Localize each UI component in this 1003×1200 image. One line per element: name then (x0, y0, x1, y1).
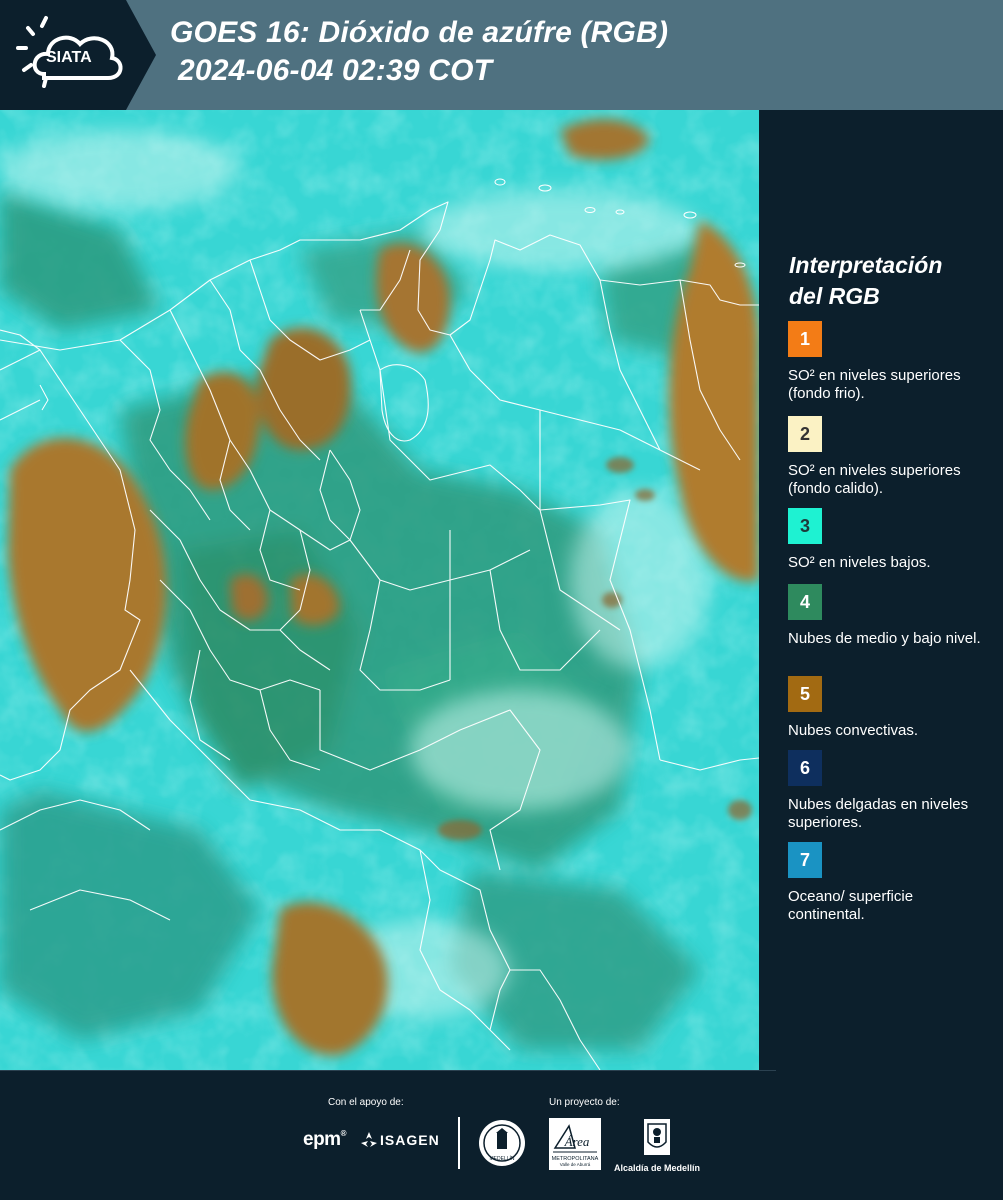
legend-text: SO² en niveles superiores (fondo calido)… (788, 462, 961, 497)
legend-number: 1 (799, 328, 810, 349)
legend-item: 3 SO² en niveles bajos. (788, 508, 993, 572)
legend-title-line-1: Interpretación (789, 252, 943, 278)
epm-logo-text: epm (303, 1129, 341, 1150)
legend-title: Interpretación del RGB (789, 250, 942, 312)
legend-text: Nubes delgadas en niveles superiores. (788, 796, 969, 831)
alcaldia-text: Alcaldía de Medellín (613, 1163, 701, 1173)
legend-number: 7 (799, 849, 810, 870)
isagen-icon (361, 1132, 377, 1147)
title-line-1: GOES 16: Dióxido de azúfre (RGB) (170, 16, 669, 49)
satellite-map (0, 110, 760, 1070)
title-line-2: 2024-06-04 02:39 COT (178, 54, 493, 87)
siata-logo-text: SIATA (46, 49, 92, 66)
legend-swatch: 6 (788, 750, 822, 786)
area-logo-text: Área (564, 1134, 590, 1149)
support-label: Con el apoyo de: (328, 1097, 404, 1108)
medellin-seal-text: MEDELLÍN (489, 1155, 514, 1162)
legend-number: 4 (799, 591, 810, 612)
legend-text: SO² en niveles bajos. (788, 554, 931, 571)
legend-text: Oceano/ superficie continental. (788, 888, 914, 923)
legend-item: 4 Nubes de medio y bajo nivel. (788, 584, 993, 648)
area-logo-sub2: Valle de Aburrá (560, 1162, 591, 1167)
legend-swatch: 3 (788, 508, 822, 544)
legend-number: 2 (799, 423, 810, 444)
legend-text: Nubes de medio y bajo nivel. (788, 630, 981, 647)
header-bar: SIATA GOES 16: Dióxido de azúfre (RGB) 2… (0, 0, 1003, 110)
isagen-logo: ISAGEN (360, 1132, 440, 1148)
legend-panel: Interpretación del RGB 1 SO² en niveles … (759, 110, 1003, 1070)
legend-swatch: 2 (788, 416, 822, 452)
legend-item: 2 SO² en niveles superiores (fondo calid… (788, 416, 993, 498)
footer: Con el apoyo de: Un proyecto de: epm® IS… (0, 1070, 1003, 1200)
legend-item: 5 Nubes convectivas. (788, 676, 993, 740)
legend-number: 6 (799, 757, 810, 778)
alcaldia-medellin-logo: Alcaldía de Medellín (612, 1118, 702, 1173)
legend-swatch: 7 (788, 842, 822, 878)
legend-swatch: 5 (788, 676, 822, 712)
legend-item: 6 Nubes delgadas en niveles superiores. (788, 750, 993, 832)
project-label: Un proyecto de: (549, 1097, 620, 1108)
legend-item: 7 Oceano/ superficie continental. (788, 842, 993, 924)
footer-divider (458, 1117, 460, 1169)
legend-number: 5 (799, 683, 810, 704)
legend-text: SO² en niveles superiores (fondo frio). (788, 367, 961, 402)
legend-swatch: 4 (788, 584, 822, 620)
page-title: GOES 16: Dióxido de azúfre (RGB) 2024-06… (170, 14, 668, 90)
legend-title-line-2: del RGB (789, 283, 880, 309)
medellin-seal: MEDELLÍN (477, 1118, 527, 1173)
legend-text: Nubes convectivas. (788, 722, 919, 739)
legend-item: 1 SO² en niveles superiores (fondo frio)… (788, 321, 993, 403)
area-metropolitana-logo: Área METROPOLITANA Valle de Aburrá (549, 1118, 601, 1175)
alcaldia-shield-icon (644, 1119, 670, 1155)
legend-swatch: 1 (788, 321, 822, 357)
isagen-logo-text: ISAGEN (380, 1132, 440, 1148)
siata-logo: SIATA (0, 0, 156, 110)
legend-number: 3 (799, 515, 810, 536)
footer-divider-line (0, 1070, 776, 1071)
epm-logo: epm® (303, 1129, 347, 1150)
